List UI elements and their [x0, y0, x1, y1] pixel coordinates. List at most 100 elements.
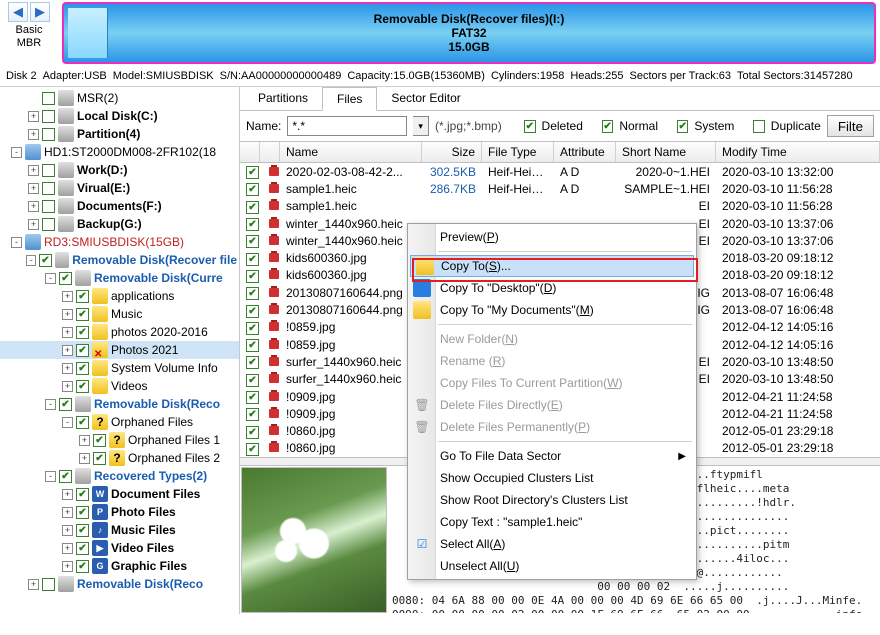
tree-item[interactable]: -✔Removable Disk(Curre	[0, 269, 239, 287]
file-row[interactable]: ✔2020-02-03-08-42-2...302.5KBHeif-Heic I…	[240, 163, 880, 180]
file-row[interactable]: ✔sample1.heic286.7KBHeif-Heic I...A DSAM…	[240, 180, 880, 197]
tree-expander[interactable]: +	[62, 489, 73, 500]
tree-item[interactable]: -RD3:SMIUSBDISK(15GB)	[0, 233, 239, 251]
ctx-copy-text[interactable]: Copy Text : "sample1.heic"	[408, 511, 696, 533]
tree-checkbox[interactable]: ✔	[76, 308, 89, 321]
tree-item[interactable]: +✔Backup(G:)	[0, 215, 239, 233]
file-checkbox[interactable]: ✔	[246, 443, 259, 456]
tree-item[interactable]: +✔Local Disk(C:)	[0, 107, 239, 125]
tree-item[interactable]: +✔PPhoto Files	[0, 503, 239, 521]
tree-item[interactable]: -HD1:ST2000DM008-2FR102(18	[0, 143, 239, 161]
file-checkbox[interactable]: ✔	[246, 339, 259, 352]
tree-expander[interactable]: +	[62, 327, 73, 338]
nav-forward-button[interactable]: ▶	[30, 2, 50, 22]
tree-item[interactable]: +✔GGraphic Files	[0, 557, 239, 575]
tree-checkbox[interactable]: ✔	[93, 434, 106, 447]
tree-expander[interactable]: +	[62, 363, 73, 374]
tab-sector-editor[interactable]: Sector Editor	[377, 87, 474, 110]
tree-item[interactable]: -✔Recovered Types(2)	[0, 467, 239, 485]
tree-item[interactable]: +✔Documents(F:)	[0, 197, 239, 215]
tree-expander[interactable]: +	[62, 291, 73, 302]
tree-expander[interactable]: +	[79, 453, 90, 464]
tree-item[interactable]: +✔WDocument Files	[0, 485, 239, 503]
tree-item[interactable]: +✔Photos 2021	[0, 341, 239, 359]
tree-expander[interactable]: +	[79, 435, 90, 446]
tree-checkbox[interactable]: ✔	[42, 110, 55, 123]
ctx-copy-desktop[interactable]: Copy To "Desktop"(D)	[408, 277, 696, 299]
tree-item[interactable]: +✔Videos	[0, 377, 239, 395]
nav-back-button[interactable]: ◀	[8, 2, 28, 22]
tree-item[interactable]: +✔?Orphaned Files 1	[0, 431, 239, 449]
tree-checkbox[interactable]: ✔	[76, 488, 89, 501]
tree-expander[interactable]: +	[28, 129, 39, 140]
tree-item[interactable]: +✔photos 2020-2016	[0, 323, 239, 341]
normal-checkbox[interactable]: ✔	[602, 120, 613, 133]
file-checkbox[interactable]: ✔	[246, 183, 259, 196]
file-row[interactable]: ✔sample1.heicEI2020-03-10 11:56:28	[240, 198, 880, 215]
tree-item[interactable]: +✔Music	[0, 305, 239, 323]
tree-item[interactable]: +✔Virual(E:)	[0, 179, 239, 197]
tree-checkbox[interactable]: ✔	[76, 344, 89, 357]
ctx-copy-to[interactable]: Copy To(S)...	[410, 255, 694, 277]
tree-expander[interactable]: +	[28, 111, 39, 122]
tree-checkbox[interactable]: ✔	[76, 506, 89, 519]
tree-expander[interactable]: -	[45, 471, 56, 482]
tree-expander[interactable]: -	[62, 417, 73, 428]
tree-checkbox[interactable]: ✔	[93, 452, 106, 465]
name-filter-input[interactable]	[287, 116, 407, 136]
tree-expander[interactable]: +	[28, 201, 39, 212]
tree-expander[interactable]: +	[62, 309, 73, 320]
tree-expander[interactable]: +	[62, 543, 73, 554]
ctx-copy-mydocs[interactable]: Copy To "My Documents"(M)	[408, 299, 696, 321]
tree-expander[interactable]: +	[62, 507, 73, 518]
ctx-show-occupied[interactable]: Show Occupied Clusters List	[408, 467, 696, 489]
tree-item[interactable]: +✔?Orphaned Files 2	[0, 449, 239, 467]
tree-checkbox[interactable]: ✔	[76, 326, 89, 339]
file-checkbox[interactable]: ✔	[246, 356, 259, 369]
tree-checkbox[interactable]: ✔	[42, 578, 55, 591]
tree-checkbox[interactable]: ✔	[76, 524, 89, 537]
filter-button[interactable]: Filte	[827, 115, 874, 137]
tree-expander[interactable]: -	[11, 237, 22, 248]
tree-expander[interactable]: +	[62, 561, 73, 572]
tree-checkbox[interactable]: ✔	[42, 164, 55, 177]
tree-expander[interactable]: +	[28, 165, 39, 176]
ctx-preview[interactable]: Preview(P)	[408, 226, 696, 248]
tree-checkbox[interactable]: ✔	[42, 182, 55, 195]
file-checkbox[interactable]: ✔	[246, 201, 259, 214]
ctx-unselect-all[interactable]: Unselect All(U)	[408, 555, 696, 577]
tree-checkbox[interactable]: ✔	[76, 380, 89, 393]
tree-item[interactable]: +✔Partition(4)	[0, 125, 239, 143]
file-checkbox[interactable]: ✔	[246, 287, 259, 300]
tree-checkbox[interactable]: ✔	[76, 362, 89, 375]
tab-partitions[interactable]: Partitions	[244, 87, 322, 110]
tree-checkbox[interactable]: ✔	[42, 200, 55, 213]
col-short[interactable]: Short Name	[616, 142, 716, 162]
file-checkbox[interactable]: ✔	[246, 305, 259, 318]
tree-checkbox[interactable]: ✔	[76, 542, 89, 555]
tree-checkbox[interactable]: ✔	[42, 128, 55, 141]
tree-checkbox[interactable]: ✔	[42, 218, 55, 231]
tree-expander[interactable]: +	[62, 525, 73, 536]
ctx-goto-sector[interactable]: Go To File Data Sector▶	[408, 445, 696, 467]
col-type[interactable]: File Type	[482, 142, 554, 162]
tree-item[interactable]: +✔applications	[0, 287, 239, 305]
name-filter-dropdown[interactable]: ▾	[413, 116, 429, 136]
ctx-show-root-clusters[interactable]: Show Root Directory's Clusters List	[408, 489, 696, 511]
tree-expander[interactable]: -	[11, 147, 22, 158]
tree-item[interactable]: -✔?Orphaned Files	[0, 413, 239, 431]
file-checkbox[interactable]: ✔	[246, 253, 259, 266]
col-mod[interactable]: Modify Time	[716, 142, 880, 162]
tree-checkbox[interactable]: ✔	[39, 254, 51, 267]
tree-checkbox[interactable]: ✔	[42, 92, 55, 105]
file-checkbox[interactable]: ✔	[246, 270, 259, 283]
file-checkbox[interactable]: ✔	[246, 426, 259, 439]
tree-expander[interactable]: +	[28, 183, 39, 194]
tree-expander[interactable]: -	[45, 399, 56, 410]
tree-checkbox[interactable]: ✔	[59, 398, 72, 411]
ctx-select-all[interactable]: ☑ Select All(A)	[408, 533, 696, 555]
tree-checkbox[interactable]: ✔	[76, 416, 89, 429]
tree-checkbox[interactable]: ✔	[76, 290, 89, 303]
file-checkbox[interactable]: ✔	[246, 218, 259, 231]
tree-item[interactable]: +✔▶Video Files	[0, 539, 239, 557]
